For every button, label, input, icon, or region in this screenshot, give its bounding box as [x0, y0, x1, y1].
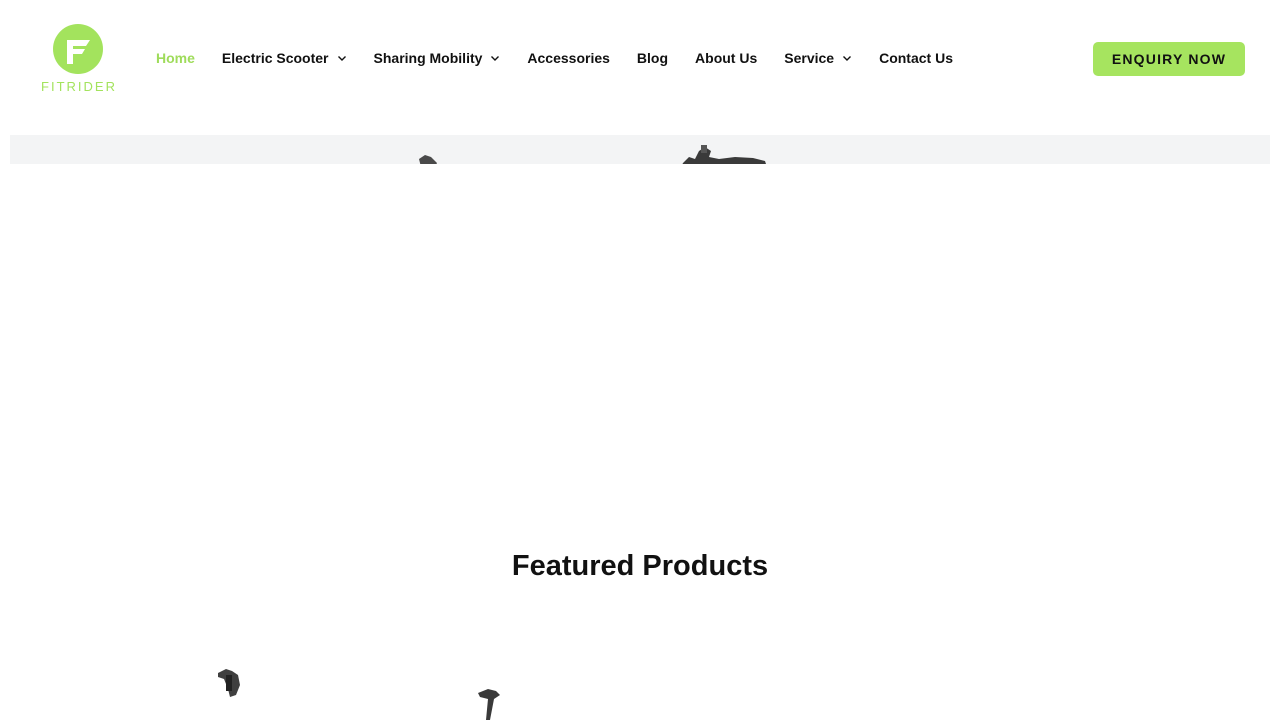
nav-item-label: About Us: [695, 50, 758, 66]
chevron-down-icon: [337, 56, 346, 61]
chevron-down-icon: [843, 56, 852, 61]
nav-item-service[interactable]: Service: [784, 44, 852, 72]
brand-name: FITRIDER: [41, 79, 117, 94]
nav-item-label: Service: [784, 50, 835, 66]
nav-item-contact-us[interactable]: Contact Us: [879, 44, 953, 72]
nav-item-label: Accessories: [527, 50, 610, 66]
brand-logo[interactable]: FITRIDER: [38, 22, 120, 96]
featured-products-title: Featured Products: [511, 550, 769, 582]
nav-item-label: Sharing Mobility: [373, 50, 483, 66]
scooter-handle-image: [419, 155, 437, 164]
nav-item-label: Blog: [636, 50, 669, 66]
product-scooter-image[interactable]: [470, 685, 510, 720]
nav-item-blog[interactable]: Blog: [637, 44, 668, 72]
nav-item-electric-scooter[interactable]: Electric Scooter: [222, 44, 347, 72]
site-header: FITRIDER Home Electric Scooter Sharing M…: [0, 0, 1280, 120]
nav-item-sharing-mobility[interactable]: Sharing Mobility: [374, 44, 501, 72]
hero-banner: [10, 135, 1270, 164]
fitrider-logo-icon: [53, 24, 103, 74]
nav-item-label: Contact Us: [879, 50, 953, 66]
nav-item-label: Home: [156, 50, 195, 66]
scooter-handlebar-image: [682, 145, 766, 164]
product-scooter-image[interactable]: [210, 665, 250, 720]
nav-item-home[interactable]: Home: [156, 44, 195, 72]
chevron-down-icon: [491, 56, 500, 61]
enquiry-now-button[interactable]: ENQUIRY NOW: [1093, 42, 1245, 76]
nav-item-about-us[interactable]: About Us: [695, 44, 757, 72]
nav-item-label: Electric Scooter: [221, 50, 329, 66]
main-nav: Home Electric Scooter Sharing Mobility A…: [142, 44, 980, 72]
nav-item-accessories[interactable]: Accessories: [527, 44, 610, 72]
